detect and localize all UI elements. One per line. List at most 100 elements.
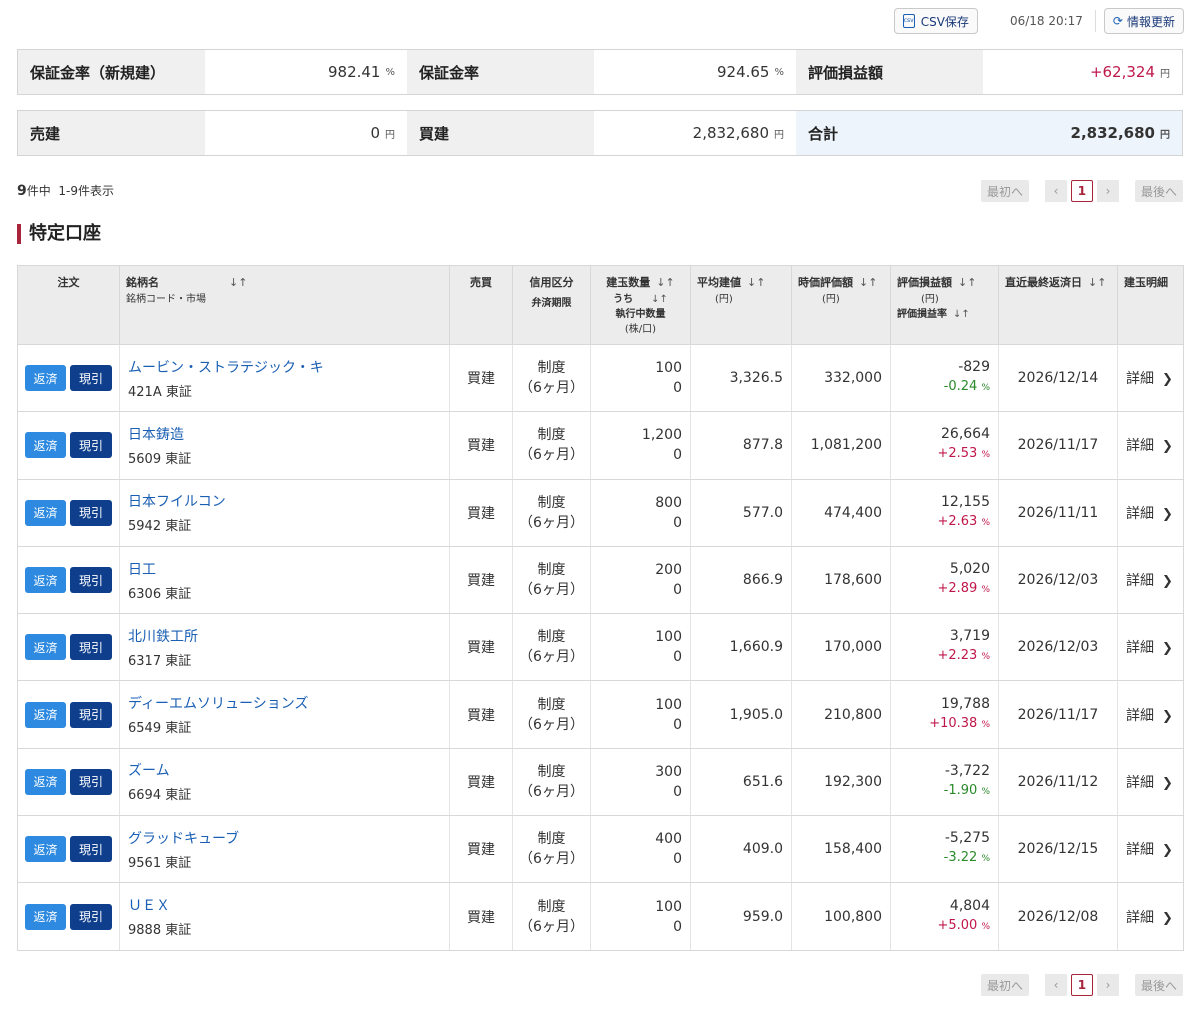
detail-link[interactable]: 詳細 ❯ bbox=[1117, 680, 1184, 749]
pl-rate: +2.53 % bbox=[891, 444, 990, 465]
market-value: 474,400 bbox=[791, 479, 891, 547]
stock-name-link[interactable]: ムービン・ストラテジック・キ bbox=[128, 357, 449, 377]
sort-icon[interactable]: ↓↑ bbox=[229, 276, 247, 289]
genbiki-button[interactable]: 現引 bbox=[70, 836, 112, 863]
last-repay-date: 2026/12/14 bbox=[998, 344, 1118, 413]
refresh-button[interactable]: ⟳ 情報更新 bbox=[1103, 8, 1184, 34]
first-page-button[interactable]: 最初へ bbox=[980, 974, 1029, 996]
col-qty[interactable]: 建玉数量 ↓↑ うち ↓↑ 執行中数量 (株/口) bbox=[590, 265, 691, 345]
update-timestamp: 06/18 20:17 bbox=[1009, 14, 1083, 28]
detail-link[interactable]: 詳細 ❯ bbox=[1117, 411, 1184, 480]
stock-name-link[interactable]: 日本鋳造 bbox=[128, 424, 449, 444]
prev-page-icon[interactable]: ‹ bbox=[1044, 974, 1067, 996]
stock-name-link[interactable]: 北川鉄工所 bbox=[128, 626, 449, 646]
buy-value: 2,832,680 円 bbox=[594, 111, 796, 155]
stock-cell: ムービン・ストラテジック・キ 421A 東証 bbox=[119, 344, 450, 413]
col-date[interactable]: 直近最終返済日 ↓↑ bbox=[998, 265, 1118, 345]
hensai-button[interactable]: 返済 bbox=[25, 567, 66, 594]
sort-icon[interactable]: ↓↑ bbox=[656, 276, 674, 289]
sort-icon[interactable]: ↓↑ bbox=[859, 276, 877, 289]
genbiki-button[interactable]: 現引 bbox=[70, 768, 112, 795]
detail-link[interactable]: 詳細 ❯ bbox=[1117, 613, 1184, 682]
order-cell: 返済 現引 bbox=[17, 344, 120, 413]
detail-link[interactable]: 詳細 ❯ bbox=[1117, 748, 1184, 817]
stock-code: 5609 東証 bbox=[128, 451, 192, 467]
avg-price: 651.6 bbox=[690, 748, 792, 817]
summary-position-row: 売建 0円 買建 2,832,680 円 合計 2,832,680 円 bbox=[17, 110, 1183, 156]
current-page[interactable]: 1 bbox=[1070, 974, 1093, 996]
col-pl[interactable]: 評価損益額 ↓↑ (円) 評価損益率 ↓↑ bbox=[890, 265, 999, 345]
avg-price: 3,326.5 bbox=[690, 344, 792, 413]
prev-page-icon[interactable]: ‹ bbox=[1044, 180, 1067, 202]
quantity: 400 bbox=[655, 831, 682, 848]
detail-link[interactable]: 詳細 ❯ bbox=[1117, 882, 1184, 951]
col-qty-unit: (株/口) bbox=[624, 324, 657, 335]
trade-side: 買建 bbox=[449, 748, 513, 817]
col-credit-sub: 弁済期限 bbox=[531, 298, 572, 309]
detail-link[interactable]: 詳細 ❯ bbox=[1117, 815, 1184, 884]
hensai-button[interactable]: 返済 bbox=[25, 432, 66, 459]
hensai-button[interactable]: 返済 bbox=[25, 768, 66, 795]
stock-name-link[interactable]: 日本フイルコン bbox=[128, 491, 449, 511]
next-page-icon[interactable]: › bbox=[1096, 180, 1119, 202]
genbiki-button[interactable]: 現引 bbox=[70, 903, 112, 930]
stock-name-link[interactable]: ズーム bbox=[128, 760, 449, 780]
stock-name-link[interactable]: グラッドキューブ bbox=[128, 828, 449, 848]
hensai-button[interactable]: 返済 bbox=[25, 499, 66, 526]
hensai-button[interactable]: 返済 bbox=[25, 701, 66, 728]
sort-icon[interactable]: ↓↑ bbox=[958, 276, 976, 289]
detail-link[interactable]: 詳細 ❯ bbox=[1117, 479, 1184, 547]
sort-icon[interactable]: ↓↑ bbox=[747, 276, 765, 289]
quantity-cell: 400 0 bbox=[590, 815, 691, 884]
pl-cell: 5,020 +2.89 % bbox=[890, 546, 999, 615]
sort-icon[interactable]: ↓↑ bbox=[1088, 276, 1106, 289]
detail-link[interactable]: 詳細 ❯ bbox=[1117, 344, 1184, 413]
genbiki-button[interactable]: 現引 bbox=[70, 365, 112, 392]
genbiki-button[interactable]: 現引 bbox=[70, 567, 112, 594]
stock-name-link[interactable]: ＵＥＸ bbox=[128, 895, 449, 915]
first-page-button[interactable]: 最初へ bbox=[980, 180, 1029, 202]
col-avg[interactable]: 平均建値 ↓↑ (円) bbox=[690, 265, 792, 345]
col-name[interactable]: 銘柄名 ↓↑ 銘柄コード・市場 bbox=[119, 265, 450, 345]
hensai-button[interactable]: 返済 bbox=[25, 836, 66, 863]
col-side: 売買 bbox=[449, 265, 513, 345]
refresh-label: 情報更新 bbox=[1126, 14, 1175, 29]
table-row: 返済 現引 ズーム 6694 東証 買建 制度 （6ヶ月） 300 0 651.6 192,300-… bbox=[17, 748, 1184, 817]
current-page[interactable]: 1 bbox=[1070, 180, 1093, 202]
last-page-button[interactable]: 最後へ bbox=[1134, 974, 1183, 996]
hensai-button[interactable]: 返済 bbox=[25, 365, 66, 392]
table-row: 返済 現引 ＵＥＸ 9888 東証 買建 制度 （6ヶ月） 100 0 959.0 100,800 4… bbox=[17, 882, 1184, 951]
detail-link[interactable]: 詳細 ❯ bbox=[1117, 546, 1184, 615]
pl-amount: 19,788 bbox=[941, 695, 990, 712]
sort-icon[interactable]: ↓↑ bbox=[953, 309, 970, 320]
last-page-button[interactable]: 最後へ bbox=[1134, 180, 1183, 202]
quantity: 100 bbox=[655, 629, 682, 646]
col-qty-sub1: うち ↓↑ bbox=[597, 290, 684, 305]
pct-unit: % bbox=[981, 517, 990, 528]
next-page-icon[interactable]: › bbox=[1096, 974, 1119, 996]
col-name-sub: 銘柄コード・市場 bbox=[126, 294, 206, 305]
stock-name-link[interactable]: ディーエムソリューションズ bbox=[128, 693, 449, 713]
trade-side: 買建 bbox=[449, 411, 513, 480]
total-value: 2,832,680 円 bbox=[983, 111, 1182, 155]
quantity: 1,200 bbox=[641, 427, 682, 444]
csv-save-button[interactable]: csv CSV保存 bbox=[893, 8, 978, 34]
hensai-button[interactable]: 返済 bbox=[25, 634, 66, 661]
pct-unit: % bbox=[981, 383, 990, 394]
holdings-table: 注文 銘柄名 ↓↑ 銘柄コード・市場 売買 信用区分 弁済期限 建玉数量 ↓↑ うち… bbox=[17, 265, 1184, 951]
col-detail: 建玉明細 bbox=[1117, 265, 1184, 345]
detail-label: 詳細 bbox=[1126, 573, 1154, 590]
sort-icon[interactable]: ↓↑ bbox=[651, 294, 668, 305]
col-mkt[interactable]: 時価評価額 ↓↑ (円) bbox=[791, 265, 891, 345]
hensai-button[interactable]: 返済 bbox=[25, 903, 66, 930]
genbiki-button[interactable]: 現引 bbox=[70, 432, 112, 459]
order-cell: 返済 現引 bbox=[17, 680, 120, 749]
genbiki-button[interactable]: 現引 bbox=[70, 499, 112, 526]
pl-rate-value: +2.63 bbox=[937, 513, 978, 529]
stock-name-link[interactable]: 日工 bbox=[128, 559, 449, 579]
genbiki-button[interactable]: 現引 bbox=[70, 701, 112, 728]
market-value: 170,000 bbox=[791, 613, 891, 682]
genbiki-button[interactable]: 現引 bbox=[70, 634, 112, 661]
table-row: 返済 現引 ディーエムソリューションズ 6549 東証 買建 制度 （6ヶ月） 100 0 1,9… bbox=[17, 680, 1184, 749]
chevron-right-icon: ❯ bbox=[1162, 775, 1173, 791]
